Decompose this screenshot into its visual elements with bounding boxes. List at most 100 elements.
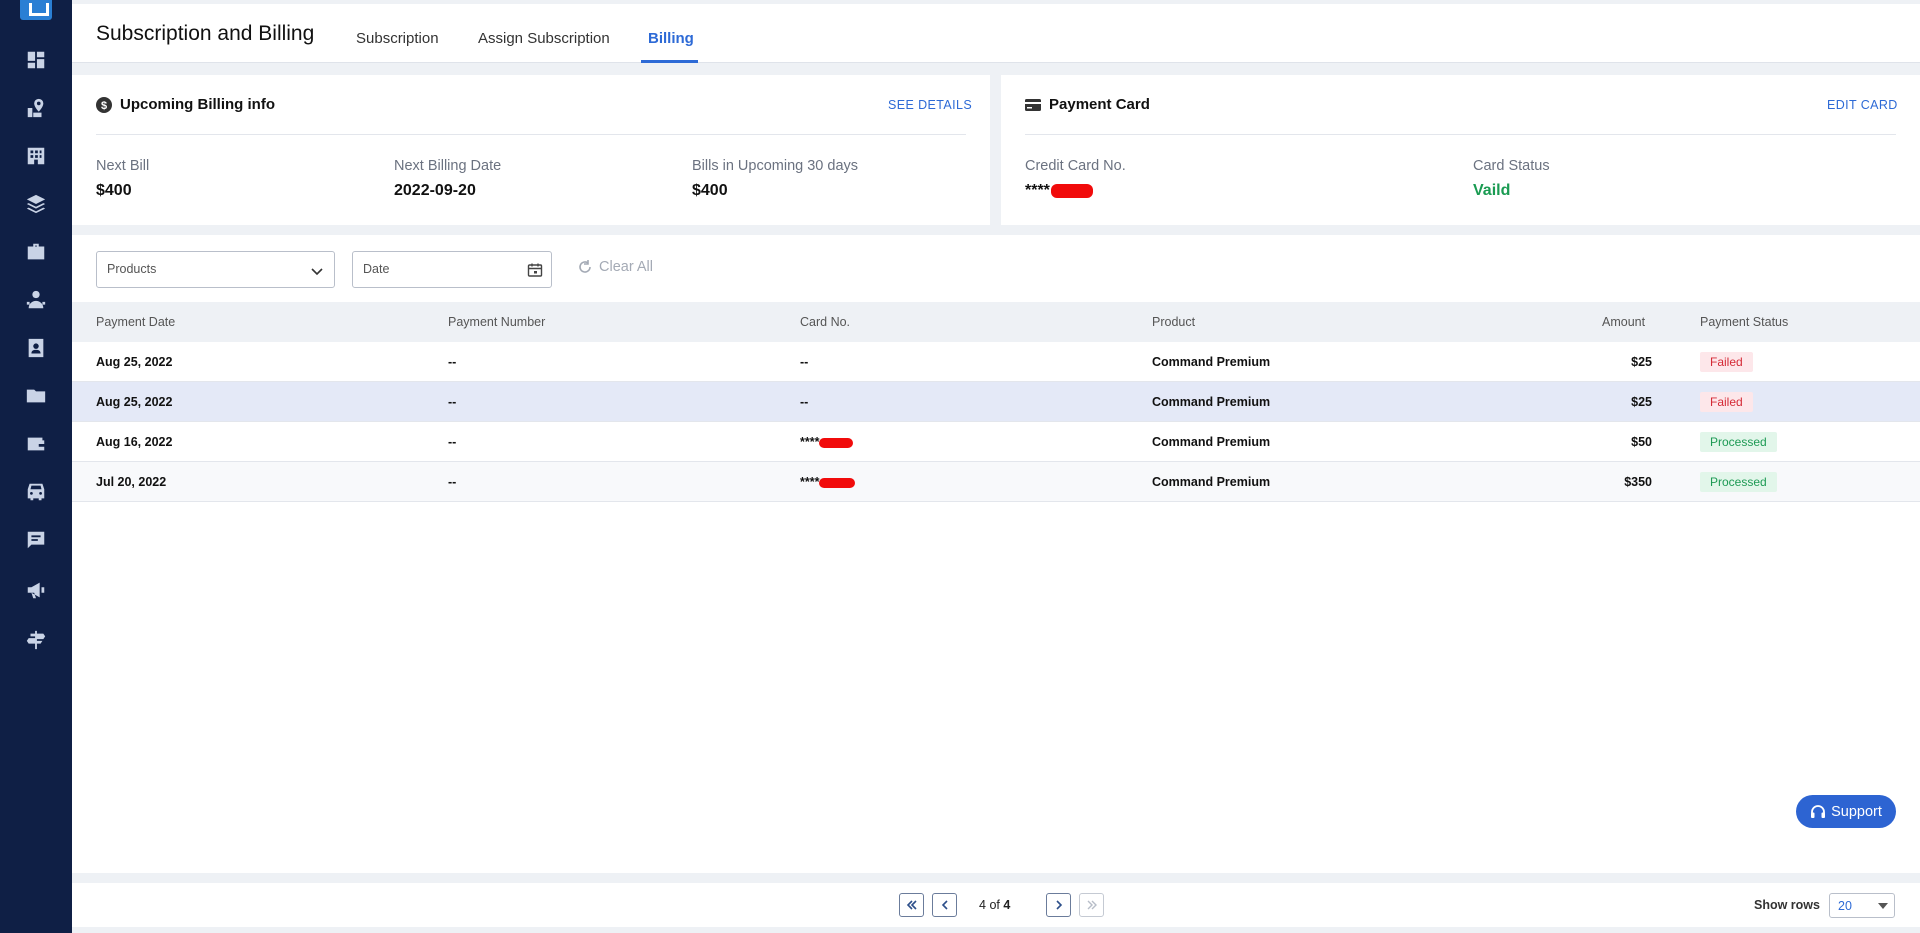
cell-payment-number: -- [448,355,457,369]
next-billing-date-label: Next Billing Date [394,158,502,174]
next-billing-date-value: 2022-09-20 [394,182,476,199]
credit-card-no-label: Credit Card No. [1025,158,1126,174]
col-payment-status[interactable]: Payment Status [1700,315,1788,329]
cell-payment-date: Jul 20, 2022 [96,475,167,489]
table-row[interactable]: Aug 25, 2022 -- -- Command Premium $25 F… [72,342,1920,382]
payment-card-title: Payment Card [1025,96,1150,113]
briefcase-icon[interactable] [24,240,48,264]
users-icon[interactable] [24,288,48,312]
page-title: Subscription and Billing [96,22,315,45]
billing-card-title: $ Upcoming Billing info [96,96,275,113]
col-amount[interactable]: Amount [1602,315,1645,329]
masked-card-number: **** [1025,182,1050,199]
table-row[interactable]: Aug 25, 2022 -- -- Command Premium $25 F… [72,382,1920,422]
map-marker-icon[interactable] [24,96,48,120]
billing-history: Products Date Clear All Payment Date Pay… [72,235,1920,873]
redaction-mark [819,437,854,448]
date-filter[interactable]: Date [352,251,552,288]
last-page-button[interactable] [1079,893,1104,917]
redaction-mark [819,477,856,488]
status-badge: Processed [1700,472,1777,492]
cell-product: Command Premium [1152,435,1271,449]
pagination-bar: 4 of 4 Show rows 20 [72,883,1920,927]
main-area: Subscription and Billing Subscription As… [72,0,1920,933]
cell-payment-date: Aug 16, 2022 [96,435,173,449]
cell-card-no: **** [800,435,854,449]
wallet-icon[interactable] [24,432,48,456]
cell-amount: $25 [1631,395,1652,409]
col-payment-number[interactable]: Payment Number [448,315,545,329]
col-payment-date[interactable]: Payment Date [96,315,175,329]
table-row[interactable]: Jul 20, 2022 -- **** Command Premium $35… [72,462,1920,502]
double-chevron-left-icon [906,900,917,910]
cell-payment-number: -- [448,395,457,409]
support-label: Support [1831,803,1882,820]
vehicle-icon[interactable] [24,480,48,504]
products-filter[interactable]: Products [96,251,335,288]
card-status-label: Card Status [1473,158,1550,174]
table-row[interactable]: Aug 16, 2022 -- **** Command Premium $50… [72,422,1920,462]
calendar-icon [527,263,543,277]
tab-subscription[interactable]: Subscription [356,30,439,47]
tab-assign-subscription[interactable]: Assign Subscription [478,30,610,47]
next-page-button[interactable] [1046,893,1071,917]
tab-billing[interactable]: Billing [648,30,694,47]
card-status-value: Vaild [1473,182,1511,199]
upcoming-bills-value: $400 [692,182,728,199]
cell-product: Command Premium [1152,395,1271,409]
cell-amount: $350 [1624,475,1652,489]
megaphone-icon[interactable] [24,578,48,602]
status-badge: Processed [1700,432,1777,452]
col-card-no[interactable]: Card No. [800,315,850,329]
refresh-icon [579,260,591,273]
divider [96,134,966,135]
cell-payment-number: -- [448,435,457,449]
signpost-icon[interactable] [24,628,48,652]
col-product[interactable]: Product [1152,315,1195,329]
layers-icon[interactable] [24,192,48,216]
clear-all-label: Clear All [599,259,653,275]
current-page: 4 [979,898,986,912]
cell-amount: $50 [1631,435,1652,449]
cell-product: Command Premium [1152,475,1271,489]
prev-page-button[interactable] [932,893,957,917]
support-button[interactable]: Support [1796,795,1896,828]
see-details-link[interactable]: SEE DETAILS [888,98,972,112]
message-icon[interactable] [24,528,48,552]
redaction-mark [1050,183,1093,198]
contact-card-icon[interactable] [24,336,48,360]
rows-per-page-select[interactable]: 20 [1829,893,1895,918]
clear-all-button[interactable]: Clear All [577,259,653,275]
chevron-down-icon [311,268,323,276]
edit-card-link[interactable]: EDIT CARD [1827,98,1898,112]
credit-card-icon [1025,98,1041,111]
double-chevron-right-icon [1087,900,1097,910]
show-rows-label: Show rows [1754,898,1820,912]
chevron-right-icon [1055,900,1062,910]
table-header: Payment Date Payment Number Card No. Pro… [72,302,1920,342]
divider [1025,134,1896,135]
header: Subscription and Billing Subscription As… [72,4,1920,63]
chevron-left-icon [941,900,948,910]
masked-card-number: **** [800,435,820,449]
dollar-icon: $ [96,96,112,113]
folder-icon[interactable] [24,384,48,408]
dashboard-icon[interactable] [24,48,48,72]
upcoming-bills-label: Bills in Upcoming 30 days [692,158,859,174]
svg-text:$: $ [101,100,107,112]
status-badge: Failed [1700,392,1753,412]
first-page-button[interactable] [899,893,924,917]
cell-payment-date: Aug 25, 2022 [96,395,173,409]
billing-card-title-text: Upcoming Billing info [120,96,275,113]
next-bill-label: Next Bill [96,158,150,174]
building-icon[interactable] [24,144,48,168]
payment-card: Payment Card EDIT CARD Credit Card No. *… [1001,75,1920,225]
app-logo[interactable] [20,0,52,20]
active-tab-indicator [641,60,698,63]
cell-card-no: **** [800,475,856,489]
upcoming-billing-card: $ Upcoming Billing info SEE DETAILS Next… [72,75,990,225]
products-filter-placeholder: Products [107,262,157,276]
cell-product: Command Premium [1152,355,1271,369]
cell-payment-date: Aug 25, 2022 [96,355,173,369]
status-badge: Failed [1700,352,1753,372]
